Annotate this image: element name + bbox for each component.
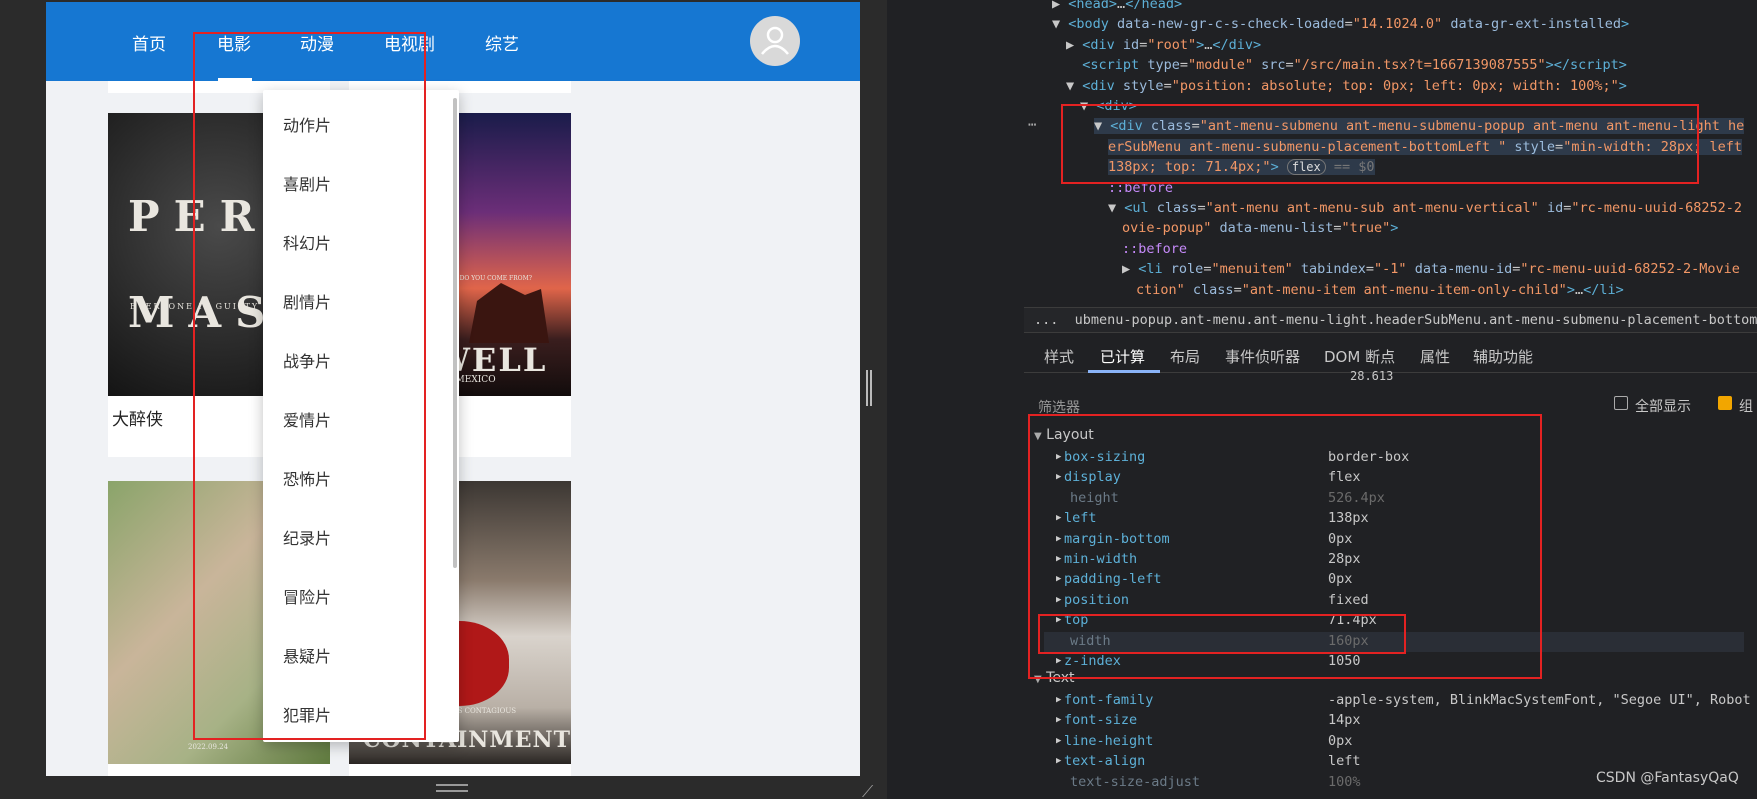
dom-node-line[interactable]: ovie-popup" data-menu-list="true">: [1122, 220, 1398, 236]
group-label: 组: [1739, 399, 1753, 415]
poster-mountain: [469, 283, 549, 343]
dom-node-line[interactable]: ▶ <li role="menuitem" tabindex="-1" data…: [1122, 261, 1740, 277]
expand-triangle-icon[interactable]: ▶: [1056, 756, 1061, 766]
computed-prop-value: -apple-system, BlinkMacSystemFont, "Sego…: [1328, 692, 1751, 708]
dom-node-line[interactable]: ▼ <div style="position: absolute; top: 0…: [1066, 78, 1627, 94]
computed-prop-value: left: [1328, 753, 1361, 770]
app-header: 首页 电影 动漫 电视剧 综艺: [46, 2, 860, 81]
computed-prop-value: 14px: [1328, 712, 1361, 729]
nav-variety[interactable]: 综艺: [485, 30, 519, 55]
partial-value: 28.613: [1350, 369, 1394, 383]
computed-prop-name: font-size: [1064, 712, 1138, 729]
dom-node-line[interactable]: ::before: [1122, 241, 1187, 257]
tab-styles[interactable]: 样式: [1044, 346, 1074, 367]
computed-prop-value: 100%: [1328, 773, 1361, 790]
tab-computed[interactable]: 已计算: [1100, 346, 1145, 367]
submenu-scrollbar[interactable]: [453, 98, 457, 568]
dom-node-line[interactable]: <script type="module" src="/src/main.tsx…: [1066, 57, 1627, 73]
computed-prop-value: 0px: [1328, 732, 1353, 749]
pane-resize-handle[interactable]: [866, 370, 872, 406]
group-checkbox[interactable]: [1718, 396, 1732, 410]
poster-date: 2022.09.24: [188, 743, 229, 751]
highlight-box-dropdown: [193, 32, 426, 740]
highlight-box-element: [1061, 104, 1699, 184]
movie-title: 大醉侠: [112, 410, 163, 430]
expand-triangle-icon[interactable]: ▶: [1056, 715, 1061, 725]
breadcrumb[interactable]: ... ubmenu-popup.ant-menu.ant-menu-light…: [1034, 312, 1757, 328]
devtools-panel: ▶ <head>…</head> ▼ <body data-new-gr-c-s-…: [1024, 0, 1757, 799]
show-all-label: 全部显示: [1635, 399, 1691, 415]
viewport-bottom-grip[interactable]: [436, 784, 468, 792]
app-viewport: 首页 电影 动漫 电视剧 综艺 PER MAS EVERYONE IS GUIL…: [46, 2, 860, 776]
devtools-subtabs: 样式 已计算 布局 事件侦听器 DOM 断点 属性 辅助功能: [1024, 337, 1757, 373]
user-avatar[interactable]: [750, 16, 800, 66]
computed-prop-name: font-family: [1064, 692, 1154, 708]
dom-node-line[interactable]: ▶ <div id="root">…</div>: [1066, 37, 1261, 53]
tab-event-listeners[interactable]: 事件侦听器: [1225, 346, 1300, 367]
dom-node-line[interactable]: ▼ <body data-new-gr-c-s-check-loaded="14…: [1052, 16, 1629, 32]
active-tab-underline: [1088, 370, 1160, 373]
computed-prop-name: line-height: [1064, 732, 1154, 749]
tab-dom-breakpoints[interactable]: DOM 断点: [1324, 346, 1395, 367]
expand-triangle-icon[interactable]: ▶: [1056, 736, 1061, 746]
tab-properties[interactable]: 属性: [1420, 346, 1450, 367]
show-all-checkbox[interactable]: [1614, 396, 1628, 410]
tab-accessibility[interactable]: 辅助功能: [1473, 346, 1533, 367]
computed-prop-name: text-size-adjust: [1070, 773, 1201, 790]
watermark: CSDN @FantasyQaQ: [1596, 770, 1739, 786]
dom-node-line[interactable]: ▼ <ul class="ant-menu ant-menu-sub ant-m…: [1108, 200, 1742, 216]
computed-prop-name: text-align: [1064, 753, 1146, 770]
expand-triangle-icon[interactable]: ▶: [1056, 695, 1061, 705]
device-emulation-pane: 首页 电影 动漫 电视剧 综艺 PER MAS EVERYONE IS GUIL…: [0, 0, 887, 799]
dom-node-line[interactable]: ▶ <head>…</head>: [1052, 0, 1182, 12]
user-icon: [761, 26, 789, 55]
more-actions-icon[interactable]: ⋯: [1028, 117, 1036, 133]
dom-node-line[interactable]: ction" class="ant-menu-item ant-menu-ite…: [1136, 282, 1624, 298]
highlight-box-top-width: [1038, 614, 1406, 654]
viewport-corner-resize-icon[interactable]: ⟋: [862, 782, 873, 799]
tab-layout[interactable]: 布局: [1170, 346, 1200, 367]
nav-home[interactable]: 首页: [132, 30, 166, 55]
breadcrumb-bar: ... ubmenu-popup.ant-menu.ant-menu-light…: [1024, 307, 1757, 333]
